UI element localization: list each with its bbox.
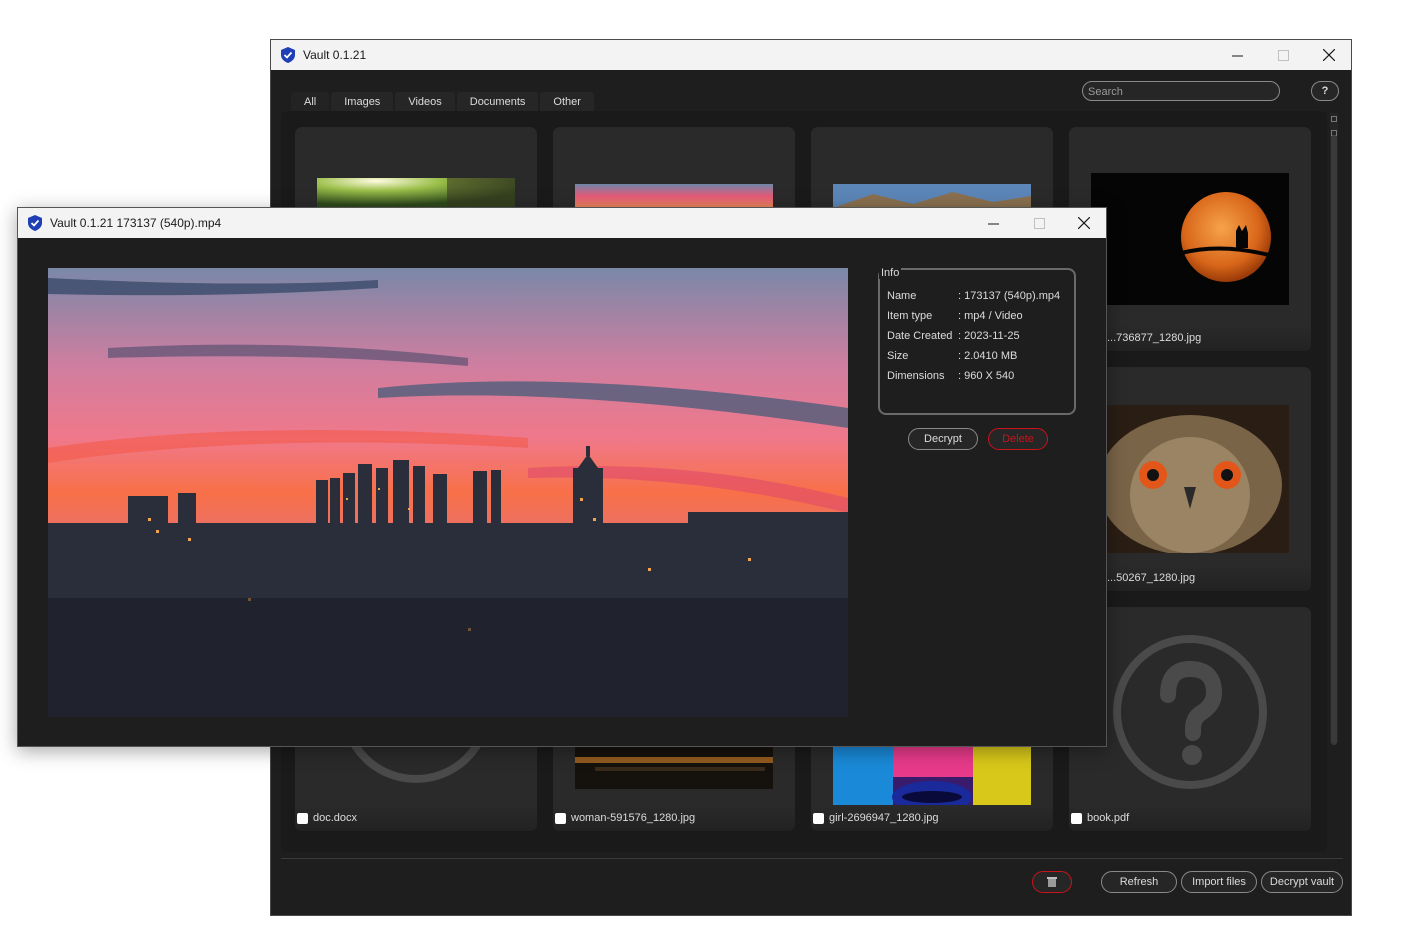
item-caption: woman-591576_1280.jpg [553, 805, 795, 831]
tab-videos[interactable]: Videos [395, 92, 455, 112]
item-caption: book.pdf [1069, 805, 1311, 831]
maximize-button[interactable] [1260, 40, 1306, 70]
refresh-button[interactable]: Refresh [1101, 871, 1177, 893]
footer-divider [281, 858, 1343, 859]
close-icon [1078, 217, 1090, 229]
select-checkbox[interactable] [555, 812, 566, 824]
question-mark-file-icon [1113, 635, 1267, 789]
info-value: : 960 X 540 [958, 370, 1015, 382]
main-title-bar[interactable]: Vault 0.1.21 [271, 40, 1351, 70]
item-caption: doc.docx [295, 805, 537, 831]
item-name: ...736877_1280.jpg [1107, 332, 1202, 344]
info-row-dimensions: Dimensions : 960 X 540 [887, 370, 1014, 382]
info-row-item-type: Item type : mp4 / Video [887, 310, 1023, 322]
item-name: ...50267_1280.jpg [1107, 572, 1196, 584]
import-files-button[interactable]: Import files [1181, 871, 1257, 893]
decrypt-vault-button[interactable]: Decrypt vault [1261, 871, 1343, 893]
shield-logo-icon [281, 47, 295, 63]
scroll-up-button[interactable] [1331, 116, 1337, 122]
info-label: Dimensions [887, 370, 945, 382]
close-icon [1323, 49, 1335, 61]
moon-cat-image-thumbnail [1091, 173, 1289, 305]
info-row-name: Name : 173137 (540p).mp4 [887, 290, 1060, 302]
minimize-button[interactable] [970, 208, 1016, 238]
info-title: Info [879, 267, 902, 279]
maximize-icon [1033, 217, 1045, 229]
main-window-title: Vault 0.1.21 [303, 48, 367, 62]
maximize-icon [1277, 49, 1289, 61]
tab-images[interactable]: Images [331, 92, 394, 112]
info-label: Item type [887, 310, 933, 322]
trash-icon [1047, 877, 1057, 887]
item-name: woman-591576_1280.jpg [571, 812, 696, 824]
delete-button[interactable]: Delete [988, 428, 1048, 450]
scrollbar-thumb[interactable] [1331, 135, 1337, 745]
minimize-icon [987, 223, 999, 224]
shield-logo-icon [28, 215, 42, 231]
minimize-icon [1231, 55, 1243, 56]
owl-image-thumbnail [1091, 405, 1289, 553]
info-value: : 173137 (540p).mp4 [958, 290, 1061, 302]
tab-documents[interactable]: Documents [456, 92, 539, 112]
info-row-size: Size : 2.0410 MB [887, 350, 1017, 362]
search-input[interactable]: Search [1082, 81, 1280, 101]
select-checkbox[interactable] [297, 812, 308, 824]
item-caption: girl-2696947_1280.jpg [811, 805, 1053, 831]
select-checkbox[interactable] [813, 812, 824, 824]
select-checkbox[interactable] [1071, 812, 1082, 824]
info-value: : mp4 / Video [958, 310, 1023, 322]
info-label: Name [887, 290, 917, 302]
close-button[interactable] [1061, 208, 1107, 238]
sunset-image-thumbnail [575, 184, 773, 208]
video-player[interactable] [48, 268, 848, 717]
mountain-image-thumbnail [833, 184, 1031, 208]
help-button[interactable]: ? [1311, 81, 1339, 101]
decrypt-button[interactable]: Decrypt [908, 428, 978, 450]
info-row-date-created: Date Created : 2023-11-25 [887, 330, 1020, 342]
item-name: girl-2696947_1280.jpg [829, 812, 939, 824]
close-button[interactable] [1306, 40, 1352, 70]
pier-image-thumbnail [575, 747, 773, 789]
info-label: Date Created [887, 330, 953, 342]
viewer-window-title: Vault 0.1.21 173137 (540p).mp4 [50, 216, 222, 230]
viewer-title-bar[interactable]: Vault 0.1.21 173137 (540p).mp4 [18, 208, 1106, 238]
item-name: book.pdf [1087, 812, 1130, 824]
info-label: Size [887, 350, 909, 362]
forest-image-thumbnail [317, 178, 515, 208]
minimize-button[interactable] [1214, 40, 1260, 70]
item-name: doc.docx [313, 812, 358, 824]
tab-other[interactable]: Other [540, 92, 594, 112]
maximize-button[interactable] [1016, 208, 1062, 238]
info-value: : 2.0410 MB [958, 350, 1018, 362]
info-value: : 2023-11-25 [958, 330, 1020, 342]
delete-selected-button[interactable] [1032, 871, 1072, 893]
media-viewer-window: Vault 0.1.21 173137 (540p).mp4 Info Name… [17, 207, 1107, 747]
